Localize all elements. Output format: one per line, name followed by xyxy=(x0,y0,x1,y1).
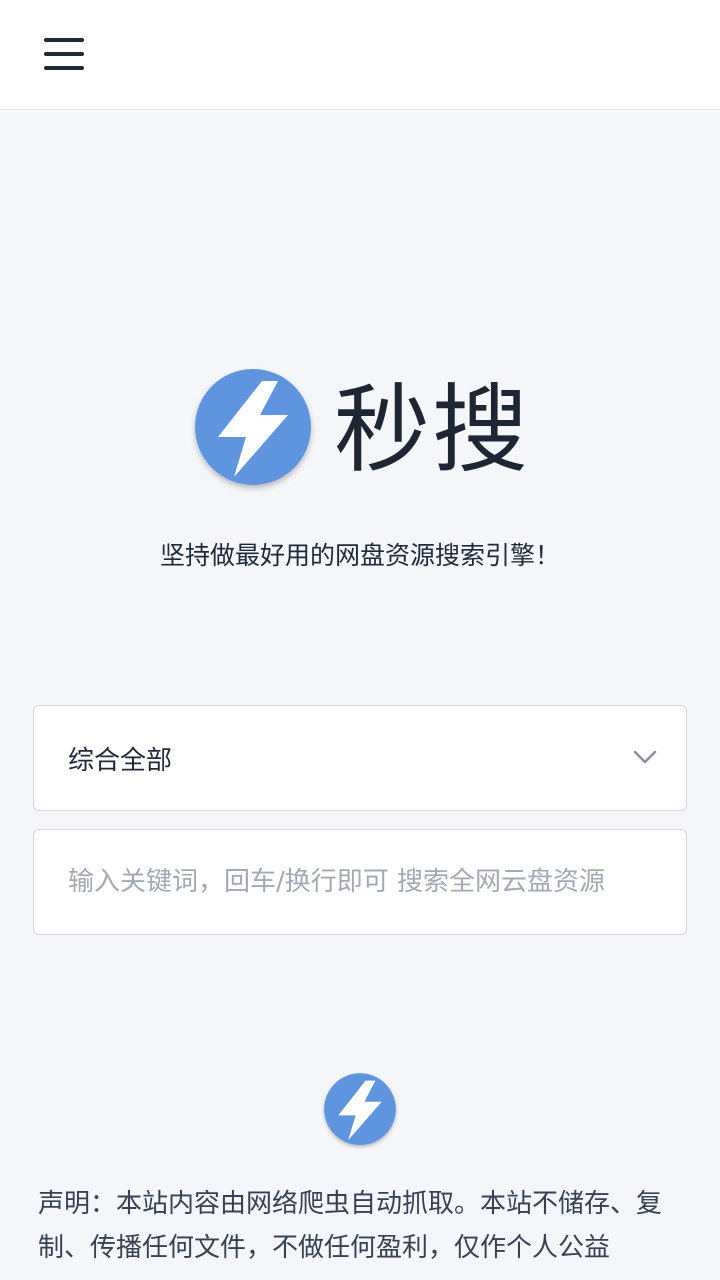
search-field xyxy=(33,829,687,935)
menu-line xyxy=(44,38,84,42)
category-select-value: 综合全部 xyxy=(68,745,173,776)
menu-line xyxy=(44,66,84,70)
hamburger-menu-icon[interactable] xyxy=(40,34,88,78)
lightning-bolt-icon xyxy=(324,1073,396,1146)
slogan: 坚持做最好用的网盘资源搜索引擎！ xyxy=(159,541,560,570)
menu-line xyxy=(44,52,84,56)
page: 秒搜 坚持做最好用的网盘资源搜索引擎！ 综合全部 声明：本站内容由网络爬虫自动抓… xyxy=(0,0,720,1280)
lightning-bolt-icon xyxy=(195,369,311,485)
top-bar xyxy=(0,0,720,110)
brand-header: 秒搜 xyxy=(0,360,720,500)
disclaimer-text: 声明：本站内容由网络爬虫自动抓取。本站不储存、复制、传播任何文件，不做任何盈利，… xyxy=(38,1189,663,1263)
chevron-down-icon xyxy=(633,750,657,764)
search-input[interactable] xyxy=(34,830,686,934)
category-select[interactable]: 综合全部 xyxy=(33,705,687,811)
brand-name: 秒搜 xyxy=(334,374,530,486)
